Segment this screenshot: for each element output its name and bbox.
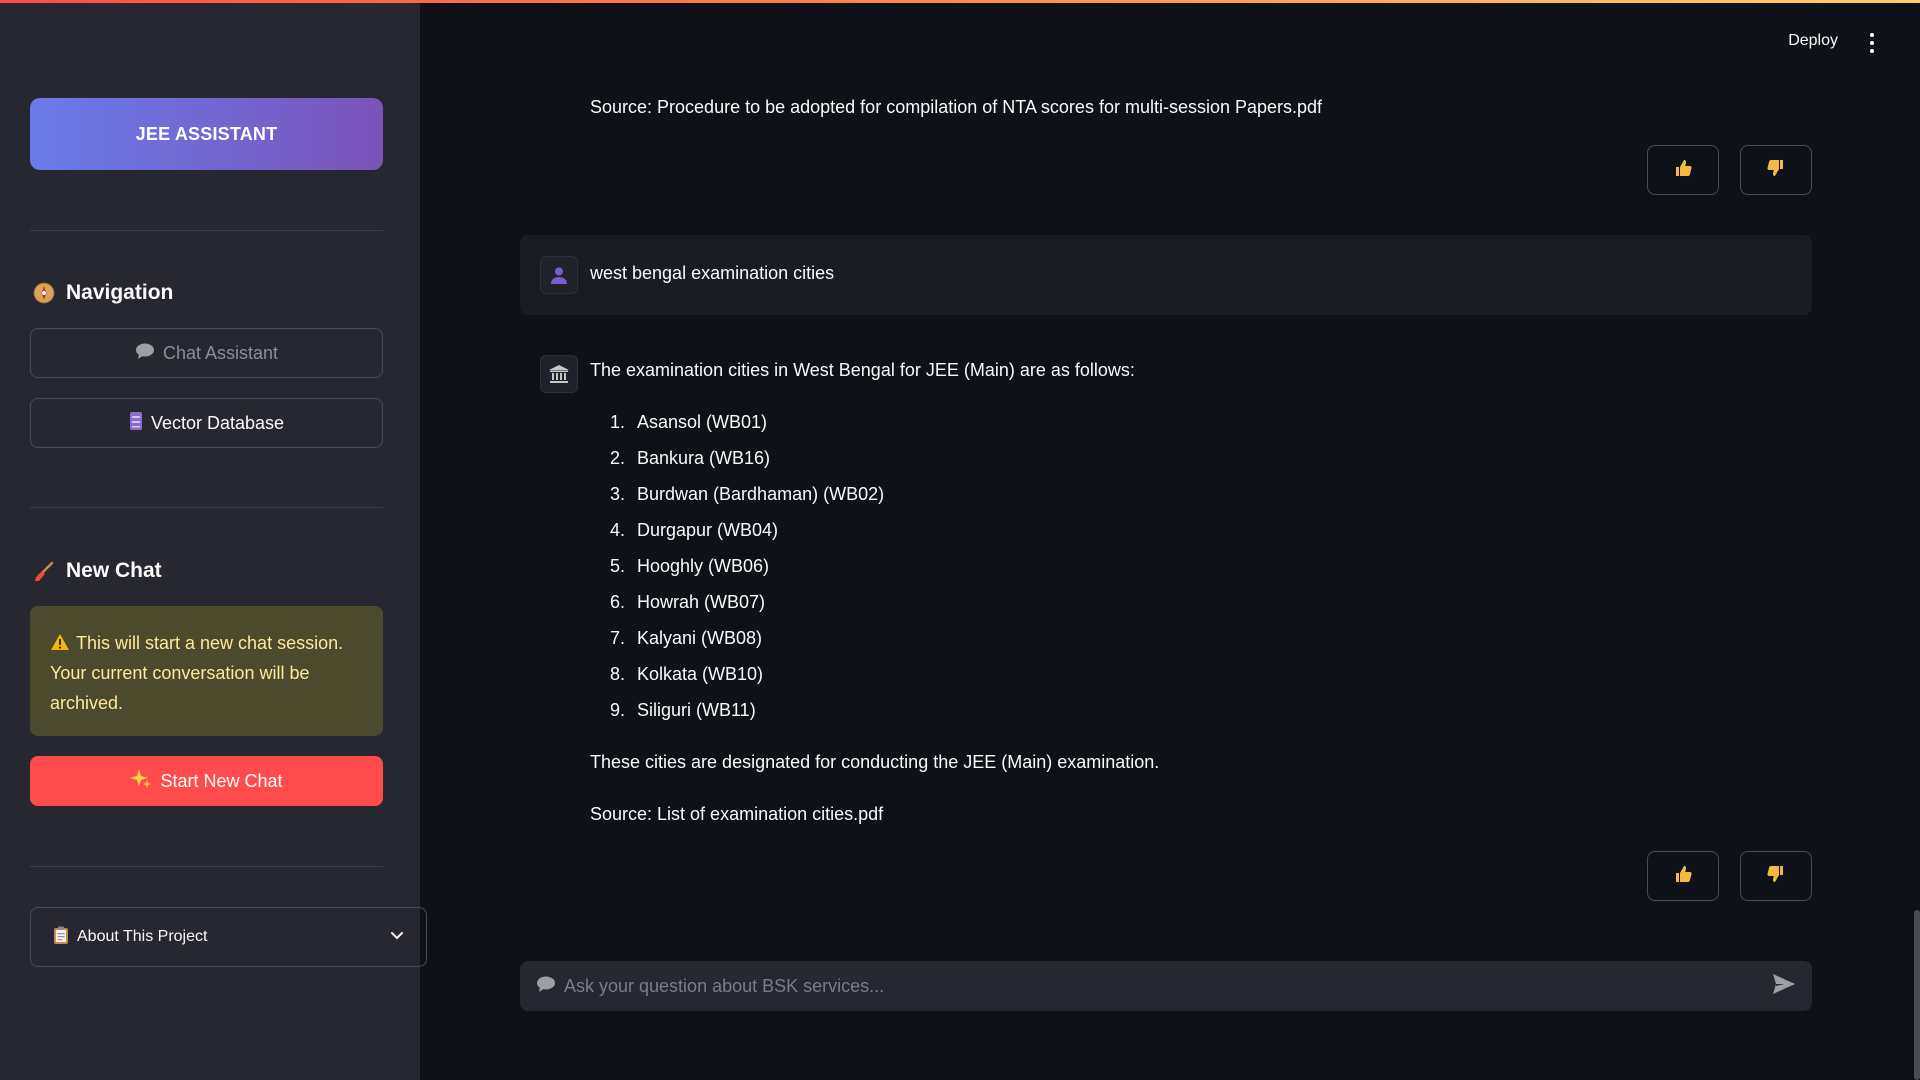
sparkles-icon bbox=[130, 768, 152, 795]
clipboard-icon bbox=[53, 926, 69, 949]
assistant-source-text: Source: List of examination cities.pdf bbox=[590, 804, 884, 824]
sidebar-divider bbox=[30, 866, 383, 867]
chevron-down-icon bbox=[390, 928, 404, 946]
sidebar-divider bbox=[30, 230, 383, 231]
nav-vector-database-button[interactable]: Vector Database bbox=[30, 398, 383, 448]
list-item: 7. Kalyani (WB08) bbox=[595, 628, 762, 649]
jee-assistant-button[interactable]: JEE ASSISTANT bbox=[30, 98, 383, 170]
new-chat-warning: This will start a new chat session. Your… bbox=[30, 606, 383, 736]
city-name: Asansol (WB01) bbox=[637, 412, 768, 432]
user-avatar-icon bbox=[540, 256, 578, 294]
speech-bubble-icon bbox=[135, 343, 155, 364]
deploy-button[interactable]: Deploy bbox=[1788, 32, 1838, 50]
about-project-label: About This Project bbox=[77, 928, 208, 945]
broom-icon bbox=[32, 559, 56, 583]
navigation-heading: Navigation bbox=[32, 281, 173, 305]
list-item: 6. Howrah (WB07) bbox=[595, 592, 765, 613]
list-item: 3. Burdwan (Bardhaman) (WB02) bbox=[595, 484, 884, 505]
city-name: Kolkata (WB10) bbox=[637, 664, 764, 684]
list-item: 8. Kolkata (WB10) bbox=[595, 664, 763, 685]
warning-icon bbox=[50, 628, 70, 658]
list-number: 2. bbox=[609, 448, 625, 468]
nav-chat-assistant-label: Chat Assistant bbox=[162, 342, 279, 363]
thumbs-down-icon bbox=[1766, 864, 1786, 889]
thumbs-up-button[interactable] bbox=[1647, 145, 1719, 195]
navigation-heading-label: Navigation bbox=[66, 281, 174, 304]
list-number: 3. bbox=[609, 484, 625, 504]
city-name: Siliguri (WB11) bbox=[637, 700, 756, 720]
main-content: Deploy Source: Procedure to be adopted f… bbox=[420, 0, 1920, 1080]
nav-chat-assistant-button[interactable]: Chat Assistant bbox=[30, 328, 383, 378]
brand-label: JEE ASSISTANT bbox=[135, 123, 278, 144]
city-name: Burdwan (Bardhaman) (WB02) bbox=[637, 484, 885, 504]
previous-source-text: Source: Procedure to be adopted for comp… bbox=[590, 97, 1323, 117]
chat-input-placeholder: Ask your question about BSK services... bbox=[564, 975, 885, 996]
chat-input[interactable]: Ask your question about BSK services... bbox=[520, 961, 1812, 1011]
thumbs-down-button[interactable] bbox=[1740, 851, 1812, 901]
thumbs-up-icon bbox=[1673, 864, 1693, 889]
new-chat-heading-label: New Chat bbox=[66, 559, 162, 582]
assistant-avatar-icon bbox=[540, 355, 578, 393]
list-number: 4. bbox=[609, 520, 625, 540]
warning-text: This will start a new chat session. Your… bbox=[50, 633, 344, 713]
compass-icon bbox=[32, 281, 56, 305]
thumbs-up-button[interactable] bbox=[1647, 851, 1719, 901]
sidebar: JEE ASSISTANT Navigation Chat Assistant … bbox=[0, 0, 427, 1080]
thumbs-down-button[interactable] bbox=[1740, 145, 1812, 195]
list-item: 1. Asansol (WB01) bbox=[595, 412, 767, 433]
user-message-text: west bengal examination cities bbox=[590, 263, 835, 283]
list-number: 7. bbox=[609, 628, 625, 648]
city-name: Kalyani (WB08) bbox=[637, 628, 763, 648]
city-name: Durgapur (WB04) bbox=[637, 520, 779, 540]
list-item: 4. Durgapur (WB04) bbox=[595, 520, 778, 541]
thumbs-down-icon bbox=[1766, 158, 1786, 183]
list-number: 6. bbox=[609, 592, 625, 612]
list-item: 5. Hooghly (WB06) bbox=[595, 556, 769, 577]
sidebar-divider bbox=[30, 507, 383, 508]
list-number: 1. bbox=[609, 412, 625, 432]
start-new-chat-label: Start New Chat bbox=[160, 770, 283, 791]
list-item: 2. Bankura (WB16) bbox=[595, 448, 770, 469]
user-message: west bengal examination cities bbox=[520, 235, 1812, 315]
city-name: Bankura (WB16) bbox=[637, 448, 771, 468]
list-number: 9. bbox=[609, 700, 625, 720]
city-name: Hooghly (WB06) bbox=[637, 556, 770, 576]
new-chat-heading: New Chat bbox=[32, 559, 162, 583]
list-number: 8. bbox=[609, 664, 625, 684]
about-project-expander[interactable]: About This Project bbox=[30, 907, 427, 967]
city-name: Howrah (WB07) bbox=[637, 592, 766, 612]
list-number: 5. bbox=[609, 556, 625, 576]
assistant-intro-text: The examination cities in West Bengal fo… bbox=[590, 360, 1135, 380]
thumbs-up-icon bbox=[1673, 158, 1693, 183]
scrollbar-thumb[interactable] bbox=[1914, 910, 1920, 1080]
more-menu-icon[interactable] bbox=[1868, 33, 1876, 53]
database-icon bbox=[129, 411, 143, 436]
top-accent-bar bbox=[0, 0, 1920, 3]
start-new-chat-button[interactable]: Start New Chat bbox=[30, 756, 383, 806]
nav-vector-database-label: Vector Database bbox=[150, 412, 285, 433]
list-item: 9. Siliguri (WB11) bbox=[595, 700, 756, 721]
assistant-outro-text: These cities are designated for conducti… bbox=[590, 752, 1160, 772]
send-icon[interactable] bbox=[1772, 973, 1796, 1000]
about-project-label-wrap: About This Project bbox=[53, 926, 390, 949]
speech-bubble-icon bbox=[536, 976, 556, 997]
